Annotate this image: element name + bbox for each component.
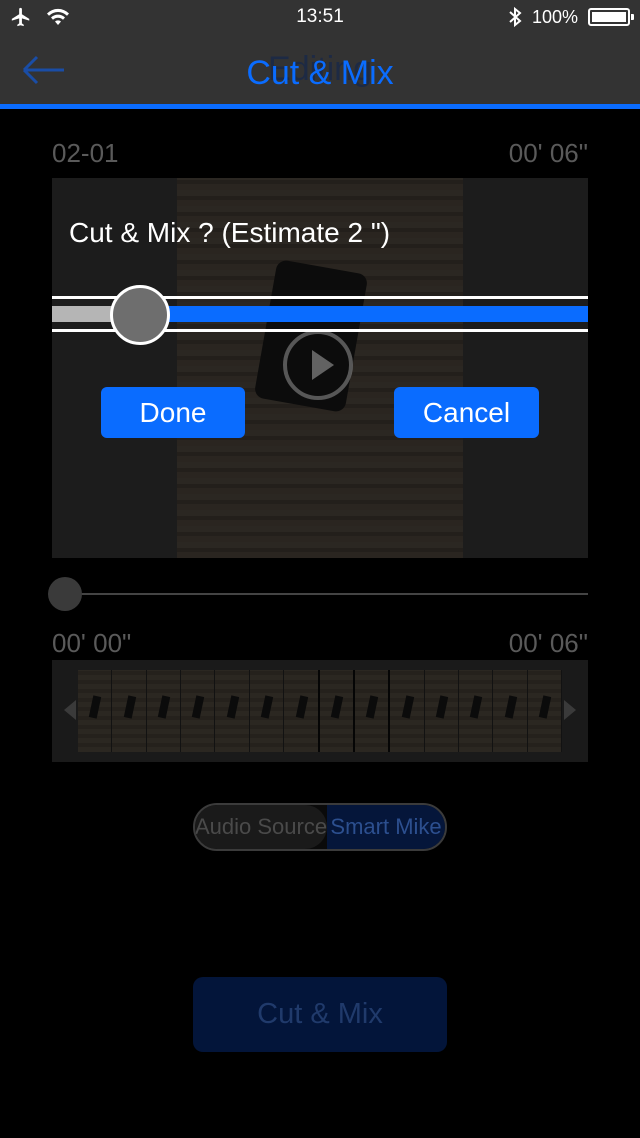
end-time: 00' 06" bbox=[508, 628, 588, 658]
timeline-frame bbox=[215, 670, 250, 752]
battery-percent: 100% bbox=[531, 6, 578, 27]
clip-duration: 00' 06" bbox=[508, 138, 588, 168]
dialog-title: Cut & Mix ? (Estimate 2 ") bbox=[69, 217, 391, 248]
timeline-frame bbox=[284, 670, 320, 752]
clip-id: 02-01 bbox=[52, 138, 119, 168]
timeline-frame bbox=[112, 670, 147, 752]
cancel-button[interactable]: Cancel bbox=[394, 387, 539, 438]
playback-knob[interactable] bbox=[48, 577, 82, 611]
status-bar: 13:51 100% bbox=[0, 0, 640, 36]
timeline-frame bbox=[78, 670, 113, 752]
page-title: Cut & Mix bbox=[246, 54, 394, 92]
trim-start-handle-icon[interactable] bbox=[64, 700, 76, 720]
audio-source-toggle[interactable]: Audio Source Smart Mike bbox=[193, 803, 447, 851]
nav-accent-line bbox=[0, 104, 640, 109]
timeline-frame bbox=[146, 670, 182, 752]
timeline-frame bbox=[354, 670, 391, 752]
timeline-frame bbox=[319, 670, 355, 752]
play-icon[interactable] bbox=[283, 330, 353, 400]
timeline-frame bbox=[458, 670, 494, 752]
playback-track[interactable] bbox=[64, 593, 588, 595]
bluetooth-icon bbox=[509, 6, 522, 28]
toggle-smart-mike[interactable]: Smart Mike bbox=[327, 805, 445, 849]
slider-track-right[interactable] bbox=[140, 306, 588, 322]
timeline-frame bbox=[527, 670, 563, 752]
toggle-audio-source[interactable]: Audio Source bbox=[195, 805, 328, 849]
nav-bar: Editing Cut & Mix bbox=[0, 36, 640, 104]
start-time: 00' 00" bbox=[52, 628, 132, 658]
timeline-frame bbox=[424, 670, 459, 752]
timeline-frame bbox=[493, 670, 528, 752]
status-right: 100% bbox=[508, 6, 634, 28]
trim-end-handle-icon[interactable] bbox=[564, 700, 576, 720]
cut-mix-button[interactable]: Cut & Mix bbox=[193, 977, 447, 1052]
battery-icon bbox=[588, 8, 634, 26]
frame-timeline[interactable] bbox=[52, 660, 588, 762]
timeline-frame bbox=[390, 670, 425, 752]
timeline-frame bbox=[181, 670, 216, 752]
frame-strip bbox=[78, 670, 563, 752]
done-button[interactable]: Done bbox=[101, 387, 245, 438]
slider-knob[interactable] bbox=[110, 285, 170, 345]
timeline-frame bbox=[249, 670, 285, 752]
